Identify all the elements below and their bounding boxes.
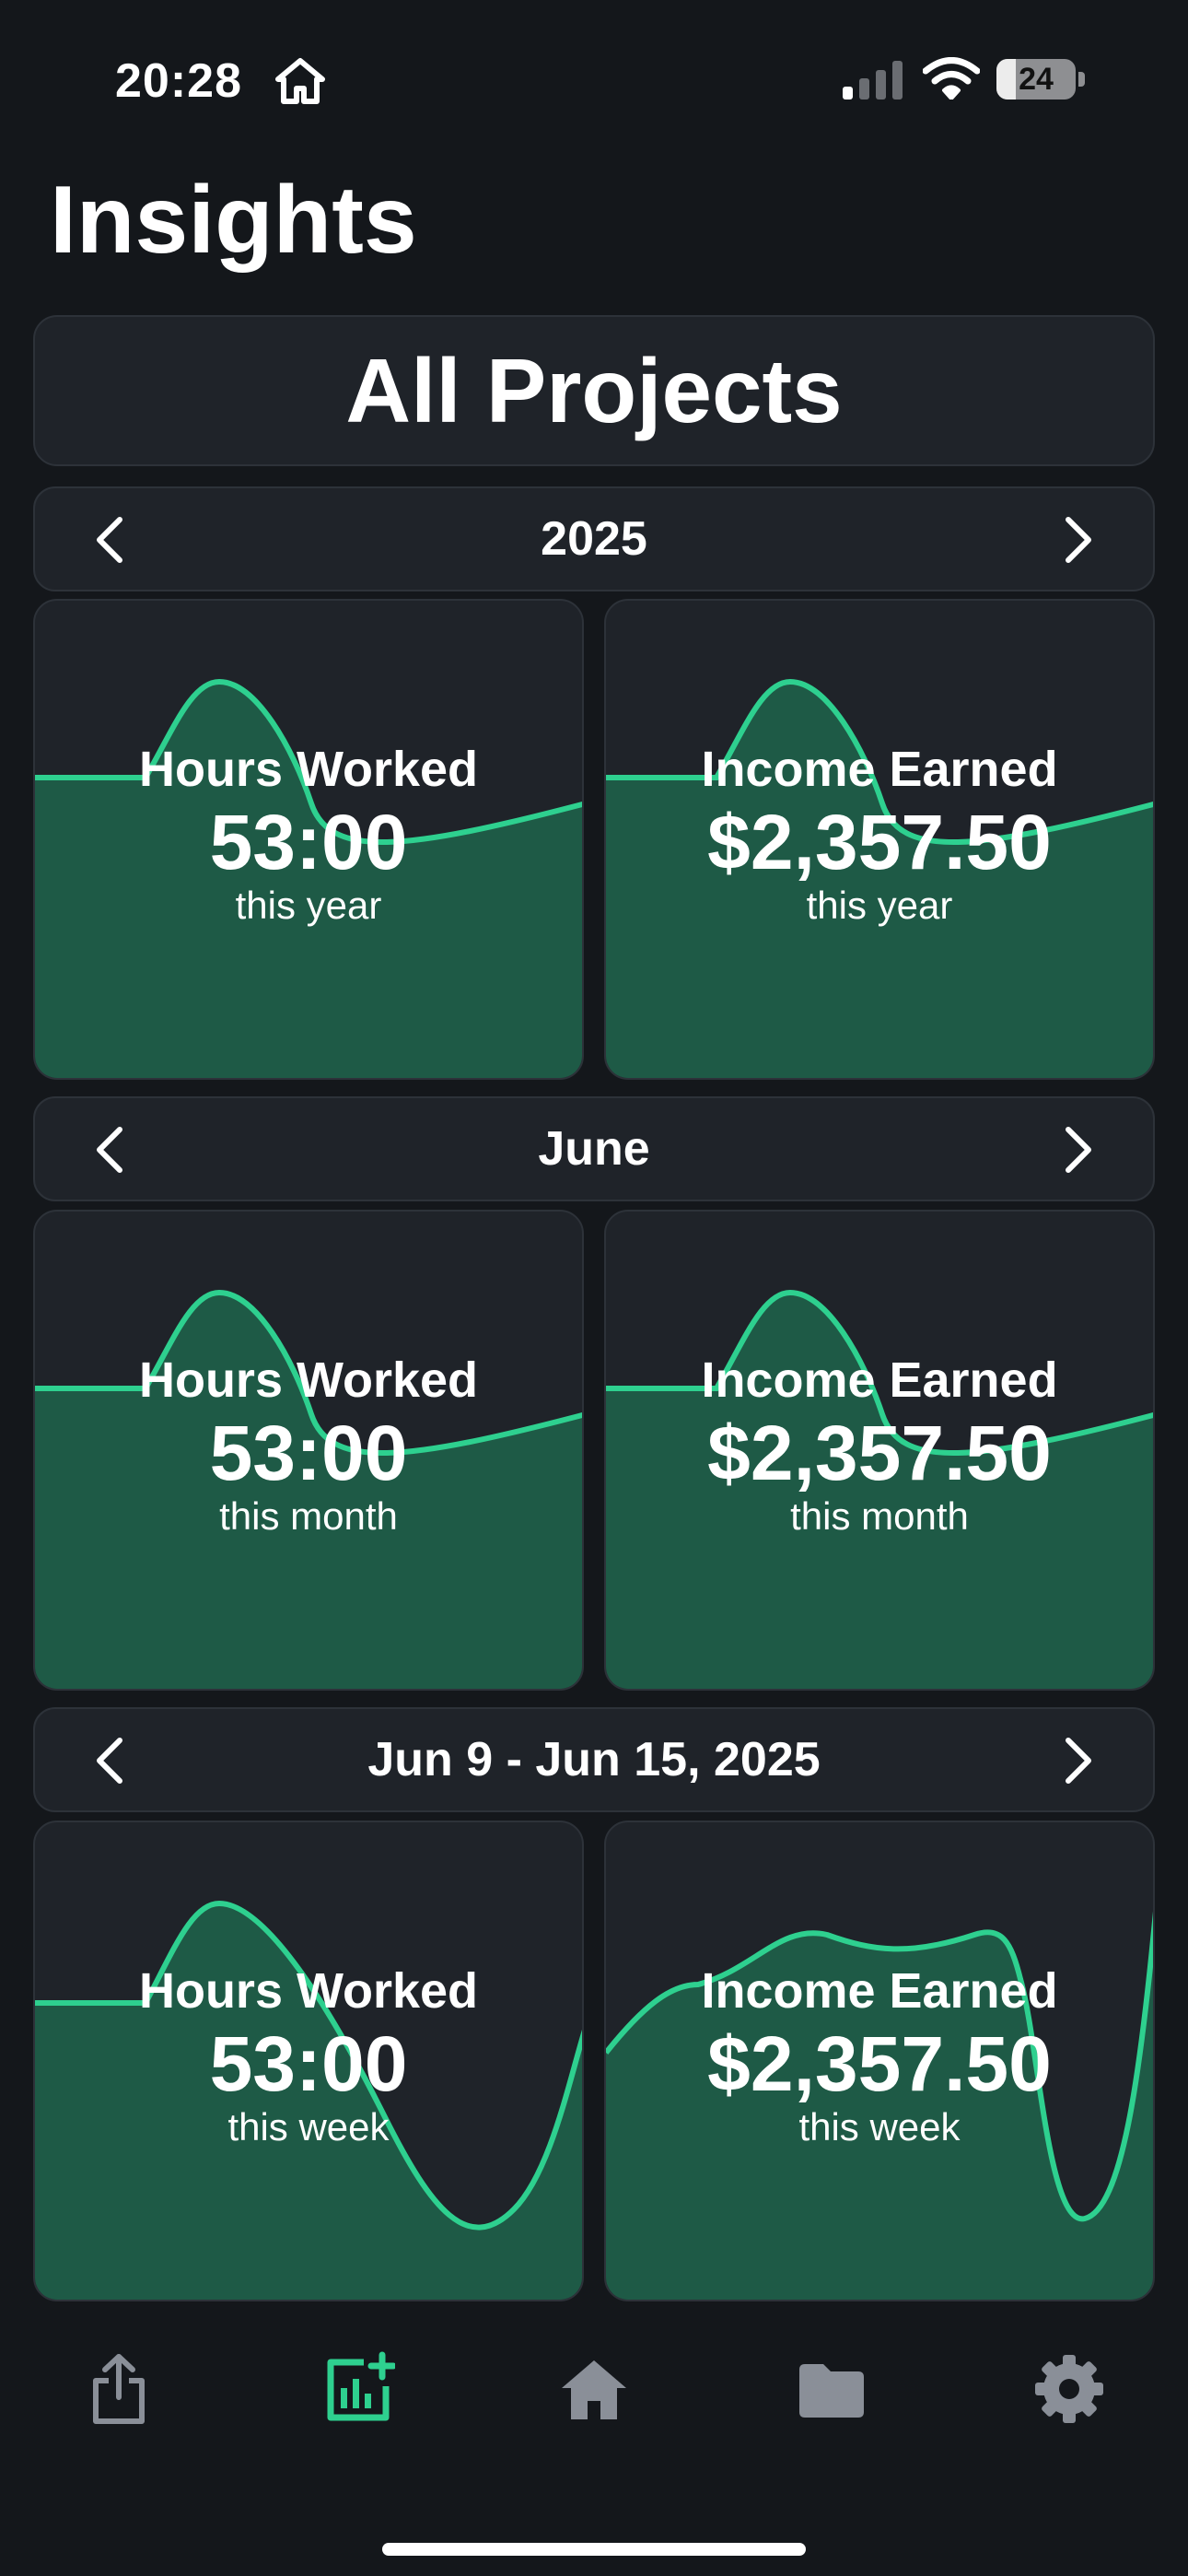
stat-period: this month <box>219 1494 398 1538</box>
share-icon <box>93 2354 145 2424</box>
tab-projects[interactable] <box>772 2322 891 2478</box>
period-nav-year: 2025 <box>33 486 1155 591</box>
stat-value: 53:00 <box>209 2020 408 2107</box>
stat-value: $2,357.50 <box>707 799 1052 885</box>
stat-value: $2,357.50 <box>707 2020 1052 2107</box>
gear-icon <box>1035 2355 1103 2423</box>
stat-label: Hours Worked <box>138 1352 479 1408</box>
project-title: All Projects <box>345 340 843 441</box>
battery-percent: 24 <box>1019 62 1054 97</box>
stat-label: Hours Worked <box>138 1963 479 2019</box>
chevron-right-icon[interactable] <box>1050 512 1105 568</box>
stat-period: this week <box>227 2105 390 2149</box>
stat-period: this year <box>235 884 382 927</box>
tab-insights[interactable] <box>297 2322 417 2478</box>
tab-home[interactable] <box>534 2322 654 2478</box>
stat-period: this week <box>798 2105 961 2149</box>
tab-settings[interactable] <box>1009 2322 1129 2478</box>
stat-value: 53:00 <box>209 799 408 885</box>
period-label: Jun 9 - Jun 15, 2025 <box>367 1733 821 1786</box>
stat-label: Income Earned <box>701 1963 1058 2019</box>
insights-chart-icon <box>327 2351 395 2421</box>
battery-cap <box>1078 72 1085 87</box>
stat-text: Hours Worked 53:00 this year <box>35 739 582 927</box>
status-time: 20:28 <box>115 54 242 108</box>
battery-indicator: 24 <box>996 59 1085 100</box>
hours-worked-card-year[interactable]: Hours Worked 53:00 this year <box>33 599 584 1080</box>
hours-worked-card-week[interactable]: Hours Worked 53:00 this week <box>33 1821 584 2301</box>
income-earned-card-year[interactable]: Income Earned $2,357.50 this year <box>604 599 1155 1080</box>
stat-text: Income Earned $2,357.50 this year <box>606 739 1153 927</box>
stat-text: Income Earned $2,357.50 this week <box>606 1961 1153 2149</box>
chevron-right-icon[interactable] <box>1050 1122 1105 1177</box>
project-selector[interactable]: All Projects <box>33 315 1155 466</box>
hours-worked-card-month[interactable]: Hours Worked 53:00 this month <box>33 1210 584 1691</box>
status-bar: 20:28 24 <box>0 0 1188 147</box>
stat-value: $2,357.50 <box>707 1410 1052 1496</box>
period-nav-month: June <box>33 1096 1155 1201</box>
stat-period: this year <box>806 884 953 927</box>
home-icon <box>562 2360 626 2419</box>
stat-value: 53:00 <box>209 1410 408 1496</box>
period-label: 2025 <box>541 512 647 566</box>
folder-icon <box>799 2364 864 2418</box>
home-status-icon <box>275 58 325 104</box>
stat-label: Income Earned <box>701 742 1058 797</box>
stat-label: Hours Worked <box>138 742 479 797</box>
stat-text: Income Earned $2,357.50 this month <box>606 1350 1153 1538</box>
tab-bar <box>0 2322 1188 2478</box>
stat-text: Hours Worked 53:00 this month <box>35 1350 582 1538</box>
home-indicator <box>382 2543 806 2556</box>
income-earned-card-month[interactable]: Income Earned $2,357.50 this month <box>604 1210 1155 1691</box>
period-nav-week: Jun 9 - Jun 15, 2025 <box>33 1707 1155 1812</box>
page-title: Insights <box>50 167 417 274</box>
chevron-right-icon[interactable] <box>1050 1733 1105 1788</box>
wifi-icon <box>923 57 980 100</box>
income-earned-card-week[interactable]: Income Earned $2,357.50 this week <box>604 1821 1155 2301</box>
stat-period: this month <box>790 1494 969 1538</box>
stat-text: Hours Worked 53:00 this week <box>35 1961 582 2149</box>
cellular-signal-icon <box>843 61 903 100</box>
period-label: June <box>538 1122 650 1176</box>
stat-label: Income Earned <box>701 1352 1058 1408</box>
tab-share[interactable] <box>59 2322 179 2478</box>
battery-body: 24 <box>996 59 1076 100</box>
